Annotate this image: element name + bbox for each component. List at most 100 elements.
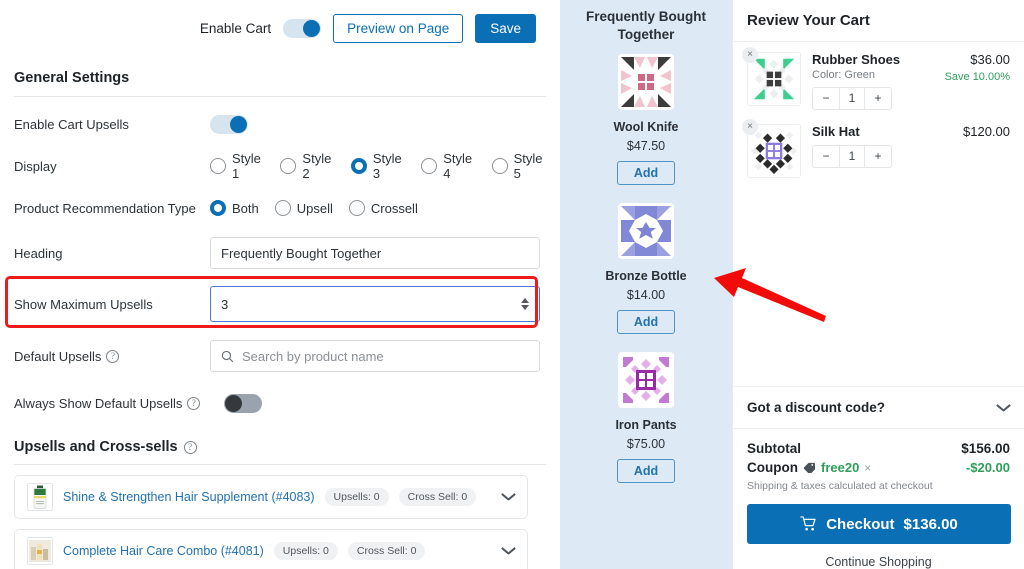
stepper-up-icon[interactable] xyxy=(521,298,529,303)
product-name-link[interactable]: Shine & Strengthen Hair Supplement (#408… xyxy=(63,490,315,504)
quantity-decrease-button[interactable]: − xyxy=(813,146,839,167)
default-upsells-label-text: Default Upsells xyxy=(14,348,102,364)
toggle-knob xyxy=(303,19,321,37)
quantity-stepper[interactable]: − 1 + xyxy=(812,87,892,110)
remove-item-icon[interactable]: × xyxy=(742,47,758,63)
display-radio-style-4[interactable]: Style 4 xyxy=(421,151,475,181)
stepper-icon[interactable] xyxy=(521,298,529,310)
coupon-info: Coupon free20 × xyxy=(747,460,871,475)
quantity-value[interactable]: 1 xyxy=(839,146,865,167)
cart-item-variant: Color: Green xyxy=(812,69,875,81)
discount-code-toggle[interactable]: Got a discount code? xyxy=(733,386,1024,429)
radio-dot xyxy=(210,200,226,216)
radio-dot xyxy=(350,158,367,174)
always-show-default-toggle[interactable] xyxy=(224,393,262,413)
checkout-button[interactable]: Checkout $136.00 xyxy=(747,504,1011,544)
remove-item-icon[interactable]: × xyxy=(742,119,758,135)
radio-dot xyxy=(491,158,508,174)
display-radio-style-1[interactable]: Style 1 xyxy=(210,151,264,181)
section-divider xyxy=(14,464,546,465)
subtotal-value: $156.00 xyxy=(961,441,1010,456)
stepper-down-icon[interactable] xyxy=(521,305,529,310)
chevron-down-icon[interactable] xyxy=(502,547,515,555)
max-upsells-input[interactable] xyxy=(221,296,521,312)
enable-cart-label: Enable Cart xyxy=(199,20,272,36)
save-button[interactable]: Save xyxy=(475,13,536,43)
quantity-stepper[interactable]: − 1 + xyxy=(812,145,892,168)
cart-item-save-badge: Save 10.00% xyxy=(944,71,1010,83)
quilt-pattern-icon xyxy=(621,57,671,108)
product-thumbnail xyxy=(27,537,53,565)
heading-input[interactable] xyxy=(210,237,540,269)
radio-label: Upsell xyxy=(296,200,333,216)
recommendation-radio-both[interactable]: Both xyxy=(210,200,259,216)
radio-label: Crossell xyxy=(370,200,418,216)
row-enable-cart-upsells: Enable Cart Upsells xyxy=(14,103,546,145)
fbt-add-button[interactable]: Add xyxy=(616,310,676,335)
display-radio-style-2[interactable]: Style 2 xyxy=(280,151,334,181)
enable-cart-toggle[interactable] xyxy=(283,18,322,38)
search-icon xyxy=(221,350,234,362)
help-icon[interactable]: ? xyxy=(183,440,197,454)
cart-item-info: Silk Hat − 1 + xyxy=(812,124,952,178)
toggle-knob xyxy=(230,115,247,133)
coupon-row: Coupon free20 × -$20.00 xyxy=(747,456,1010,475)
discount-code-label: Got a discount code? xyxy=(747,400,886,415)
fbt-item-wool-knife: Wool Knife $47.50 Add xyxy=(570,54,722,186)
cart-item-silk-hat: × Silk Hat − 1 + $120.00 xyxy=(742,119,1010,178)
chevron-down-icon[interactable] xyxy=(997,404,1010,412)
radio-label: Style 2 xyxy=(302,151,332,181)
recommendation-radio-crossell[interactable]: Crossell xyxy=(348,200,418,216)
enable-cart-upsells-toggle[interactable] xyxy=(210,114,248,134)
search-input[interactable] xyxy=(242,348,529,364)
always-show-default-control xyxy=(224,393,546,413)
display-radio-style-5[interactable]: Style 5 xyxy=(491,151,546,181)
product-row[interactable]: Shine & Strengthen Hair Supplement (#408… xyxy=(14,475,528,519)
max-upsells-number-field[interactable] xyxy=(210,286,540,322)
cart-title: Review Your Cart xyxy=(733,0,1024,42)
always-show-default-label: Always Show Default Upsells ? xyxy=(14,396,224,411)
help-icon[interactable]: ? xyxy=(187,396,201,410)
fbt-add-button[interactable]: Add xyxy=(616,459,676,484)
upsells-cross-sells-title-text: Upsells and Cross-sells xyxy=(14,439,178,455)
shipping-note: Shipping & taxes calculated at checkout xyxy=(747,480,933,492)
fbt-title-line2: Together xyxy=(617,27,675,43)
preview-on-page-button[interactable]: Preview on Page xyxy=(333,13,464,43)
upsells-count-badge: Upsells: 0 xyxy=(324,488,389,506)
help-icon[interactable]: ? xyxy=(106,349,120,363)
heading-control xyxy=(210,237,546,269)
subtotal-label: Subtotal xyxy=(747,441,801,456)
fbt-title: Frequently Bought Together xyxy=(570,8,722,44)
max-upsells-label: Show Maximum Upsells xyxy=(14,296,153,312)
display-radio-style-3[interactable]: Style 3 xyxy=(350,151,405,181)
row-max-upsells: Show Maximum Upsells xyxy=(14,277,546,331)
product-row[interactable]: Complete Hair Care Combo (#4081) Upsells… xyxy=(14,529,528,569)
fbt-add-button[interactable]: Add xyxy=(616,161,676,186)
radio-label: Both xyxy=(232,200,259,216)
quantity-value[interactable]: 1 xyxy=(839,88,865,109)
default-upsells-search[interactable] xyxy=(210,340,540,372)
chevron-down-icon[interactable] xyxy=(502,493,515,501)
product-name-link[interactable]: Complete Hair Care Combo (#4081) xyxy=(63,544,264,558)
cart-item-price: $120.00 xyxy=(963,124,1010,139)
green-quilt-pattern-icon xyxy=(751,56,797,102)
cart-icon xyxy=(800,516,816,531)
checkout-total: $136.00 xyxy=(903,515,958,533)
cart-item-thumbnail-wrap: × xyxy=(742,119,801,178)
cart-item-pricing: $120.00 xyxy=(963,124,1010,178)
quantity-decrease-button[interactable]: − xyxy=(813,88,839,109)
diamond-quilt-pattern-icon xyxy=(621,355,671,406)
fbt-product-name: Bronze Bottle xyxy=(605,269,687,284)
default-upsells-label: Default Upsells ? xyxy=(14,349,210,364)
quantity-increase-button[interactable]: + xyxy=(865,88,891,109)
fbt-item-iron-pants: Iron Pants $75.00 Add xyxy=(570,352,722,484)
app-root: Enable Cart Preview on Page Save General… xyxy=(0,0,1024,569)
general-settings-title: General Settings xyxy=(14,70,130,86)
cart-item-rubber-shoes: × Rubber Shoes Color: Green − 1 + $36.00… xyxy=(742,47,1010,110)
fbt-product-name: Wool Knife xyxy=(613,120,679,135)
remove-coupon-icon[interactable]: × xyxy=(864,461,871,475)
recommendation-radio-upsell[interactable]: Upsell xyxy=(274,200,333,216)
quantity-increase-button[interactable]: + xyxy=(865,146,891,167)
checkout-label: Checkout xyxy=(826,515,895,533)
continue-shopping-link[interactable]: Continue Shopping xyxy=(733,555,1024,569)
